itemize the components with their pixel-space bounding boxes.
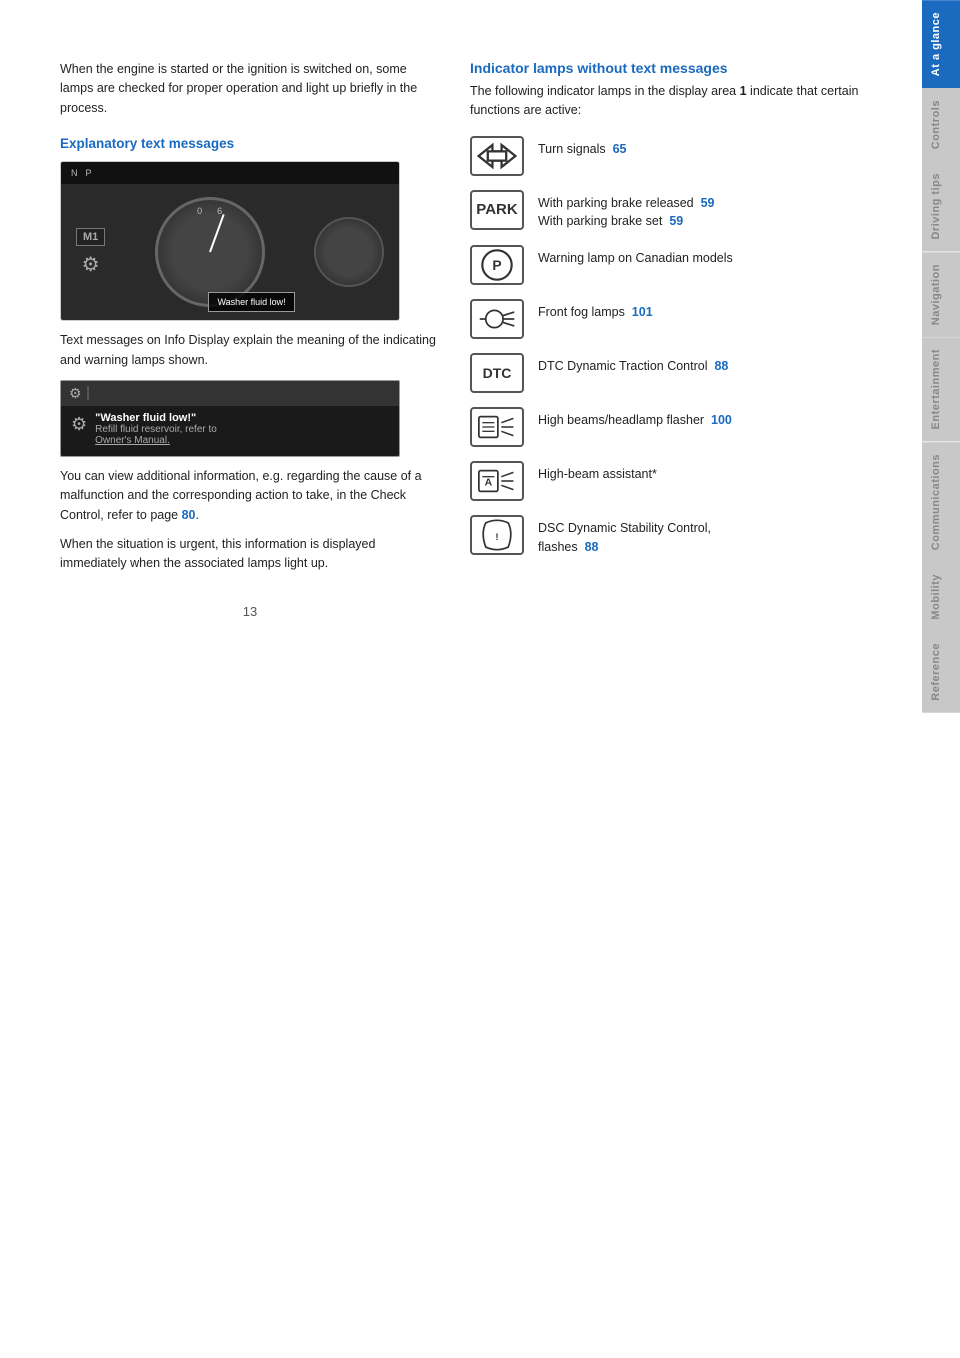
highbeam-icon-box (470, 407, 524, 447)
info-display-body: ⚙ "Washer fluid low!" Refill fluid reser… (61, 406, 399, 456)
indicator-intro: The following indicator lamps in the dis… (470, 82, 890, 120)
additional-info: You can view additional information, e.g… (60, 467, 440, 525)
highbeam-assist-svg: A (474, 462, 520, 500)
dsc-text: DSC Dynamic Stability Control,flashes 88 (538, 515, 711, 557)
turn-signals-icon-box (470, 136, 524, 176)
indicator-row-highbeam: High beams/headlamp flasher 100 (470, 407, 890, 447)
highbeam-text: High beams/headlamp flasher 100 (538, 407, 732, 430)
explanatory-heading: Explanatory text messages (60, 136, 440, 151)
sidebar-tab-mobility[interactable]: Mobility (922, 562, 960, 632)
indicator-row-fog: Front fog lamps 101 (470, 299, 890, 339)
highbeam-assist-icon-box: A (470, 461, 524, 501)
park-icon-box: PARK (470, 190, 524, 230)
sidebar: At a glance Controls Driving tips Naviga… (922, 0, 960, 1358)
indicator-row-park: PARK With parking brake released 59 With… (470, 190, 890, 232)
additional-info-page: 80 (182, 508, 196, 522)
info-display: ⚙ ⚙ "Washer fluid low!" Refill fluid res… (60, 380, 400, 457)
canada-warning-svg: P (474, 246, 520, 284)
canada-text: Warning lamp on Canadian models (538, 245, 733, 268)
urgent-info: When the situation is urgent, this infor… (60, 535, 440, 574)
indicator-row-dtc: DTC DTC Dynamic Traction Control 88 (470, 353, 890, 393)
info-display-message-bold: "Washer fluid low!" (95, 412, 217, 424)
dash-main-gauge: 0 6 (155, 197, 265, 307)
sidebar-tab-entertainment[interactable]: Entertainment (922, 337, 960, 441)
page-number: 13 (60, 604, 440, 619)
highbeam-assist-text: High-beam assistant* (538, 461, 657, 484)
sidebar-tab-reference[interactable]: Reference (922, 631, 960, 713)
fog-svg (474, 300, 520, 338)
dash-small-gauge-1 (314, 217, 384, 287)
indicator-row-highbeam-assist: A High-beam assistant* (470, 461, 890, 501)
dash-m1-label: M1 (76, 228, 105, 246)
info-display-icon: ⚙ (69, 385, 82, 402)
info-display-message-sub: Refill fluid reservoir, refer to (95, 424, 217, 435)
dtc-text: DTC Dynamic Traction Control 88 (538, 353, 728, 376)
right-column: Indicator lamps without text messages Th… (470, 60, 890, 1318)
dsc-icon-box: ! (470, 515, 524, 555)
indicator-row-canada: P Warning lamp on Canadian models (470, 245, 890, 285)
fog-text: Front fog lamps 101 (538, 299, 653, 322)
warning-overlay: Washer fluid low! (208, 292, 294, 312)
park-label: PARK (476, 201, 517, 218)
park-text: With parking brake released 59 With park… (538, 190, 715, 232)
turn-signals-text: Turn signals 65 (538, 136, 626, 159)
dashboard-image: N P M1 ⚙ 0 6 Washer fluid low! (60, 161, 400, 321)
dtc-icon-box: DTC (470, 353, 524, 393)
fog-icon-box (470, 299, 524, 339)
left-column: When the engine is started or the igniti… (60, 60, 440, 1318)
dash-label-p: P (86, 168, 92, 178)
sidebar-tab-driving-tips[interactable]: Driving tips (922, 161, 960, 252)
sidebar-tab-controls[interactable]: Controls (922, 88, 960, 161)
sidebar-tab-navigation[interactable]: Navigation (922, 252, 960, 337)
dsc-svg: ! (474, 516, 520, 554)
indicator-section-title: Indicator lamps without text messages (470, 60, 890, 76)
dash-label-n: N (71, 168, 78, 178)
main-content: When the engine is started or the igniti… (0, 0, 922, 1358)
dash-top-bar: N P (61, 162, 399, 184)
svg-text:A: A (485, 477, 493, 488)
info-display-header: ⚙ (61, 381, 399, 406)
canada-icon-box: P (470, 245, 524, 285)
dash-wrench-icon: ⚙ (82, 252, 100, 277)
dtc-label: DTC (483, 365, 512, 381)
dashboard-caption: Text messages on Info Display explain th… (60, 331, 440, 370)
svg-text:P: P (492, 257, 501, 273)
info-display-washer-icon: ⚙ (71, 414, 87, 435)
sidebar-tab-communications[interactable]: Communications (922, 442, 960, 562)
indicator-row-turn-signals: Turn signals 65 (470, 136, 890, 176)
indicator-row-dsc: ! DSC Dynamic Stability Control,flashes … (470, 515, 890, 557)
intro-text: When the engine is started or the igniti… (60, 60, 440, 118)
svg-text:!: ! (495, 532, 498, 543)
sidebar-tab-at-a-glance[interactable]: At a glance (922, 0, 960, 88)
turn-signals-svg (474, 139, 520, 173)
area-number: 1 (740, 84, 747, 98)
highbeam-svg (474, 408, 520, 446)
info-display-message-link: Owner's Manual. (95, 435, 217, 446)
